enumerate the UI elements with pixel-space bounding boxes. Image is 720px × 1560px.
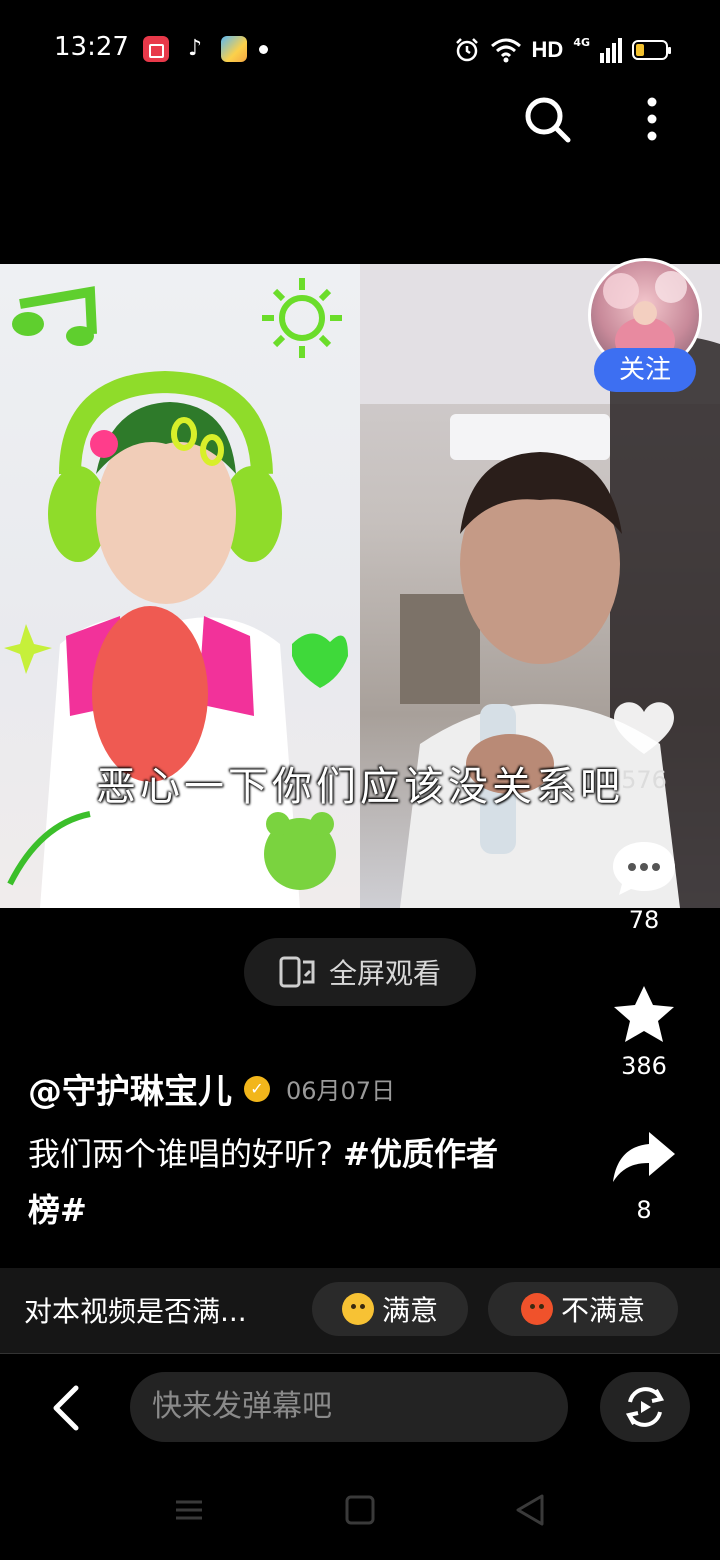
- post-date: 06月07日: [286, 1077, 396, 1105]
- home-nav-icon[interactable]: [344, 1490, 376, 1530]
- network-gen-label: 4G: [573, 35, 590, 49]
- favorite-count: 386: [621, 1052, 667, 1080]
- satisfied-button[interactable]: 满意: [312, 1282, 468, 1336]
- share-action[interactable]: 8: [600, 1128, 688, 1224]
- angry-emoji-icon: [520, 1293, 553, 1325]
- rotate-icon: [625, 1387, 665, 1427]
- system-nav-bar: [0, 1480, 720, 1540]
- wifi-icon: [490, 38, 521, 63]
- fullscreen-icon: [279, 956, 315, 988]
- signal-icon: [600, 38, 622, 63]
- fullscreen-label: 全屏观看: [328, 957, 441, 990]
- comment-action[interactable]: 78: [600, 838, 688, 934]
- follow-button[interactable]: 关注: [594, 348, 696, 392]
- alarm-icon: [455, 38, 478, 62]
- back-nav-icon[interactable]: [514, 1490, 546, 1530]
- search-icon[interactable]: [522, 94, 572, 144]
- menu-nav-icon[interactable]: [172, 1490, 206, 1530]
- dissatisfied-label: 不满意: [560, 1294, 645, 1327]
- hd-label: HD: [531, 37, 564, 62]
- like-count: 576: [621, 766, 667, 794]
- like-action[interactable]: 576: [600, 698, 688, 794]
- verified-badge-icon: [244, 1075, 270, 1102]
- gallery-icon: [221, 36, 247, 62]
- share-count: 8: [636, 1196, 652, 1224]
- satisfied-label: 满意: [381, 1294, 438, 1327]
- rotate-screen-button[interactable]: [600, 1372, 690, 1442]
- author-line: @守护琳宝儿 06月07日: [28, 1064, 395, 1113]
- heart-icon: [614, 702, 674, 754]
- share-icon: [613, 1132, 675, 1182]
- wink-emoji-icon: [341, 1293, 374, 1325]
- author-name[interactable]: @守护琳宝儿: [28, 1064, 232, 1113]
- comment-icon: [613, 842, 675, 895]
- status-indicators: HD 4G: [454, 33, 671, 67]
- status-bar: 13:27 ♪ HD 4G: [0, 0, 720, 100]
- danmaku-input[interactable]: 快来发弹幕吧: [130, 1372, 568, 1442]
- comment-count: 78: [628, 906, 660, 934]
- fullscreen-button[interactable]: 全屏观看: [244, 938, 476, 1006]
- more-options-icon[interactable]: [636, 94, 668, 144]
- screen-recorder-icon: [143, 36, 169, 62]
- dissatisfied-button[interactable]: 不满意: [488, 1282, 678, 1336]
- star-icon: [614, 986, 674, 1042]
- favorite-action[interactable]: 386: [600, 984, 688, 1080]
- battery-icon: [632, 40, 671, 60]
- tiktok-icon: ♪: [182, 36, 208, 62]
- back-arrow-icon[interactable]: [40, 1380, 96, 1436]
- survey-question: 对本视频是否满...: [24, 1295, 247, 1328]
- satisfaction-survey: 对本视频是否满... 满意 不满意: [0, 1268, 720, 1354]
- post-caption: 我们两个谁唱的好听? #优质作者榜#: [28, 1126, 508, 1238]
- status-time: 13:27: [54, 32, 129, 62]
- caption-text: 我们两个谁唱的好听?: [28, 1135, 344, 1173]
- notification-dot: [259, 45, 268, 54]
